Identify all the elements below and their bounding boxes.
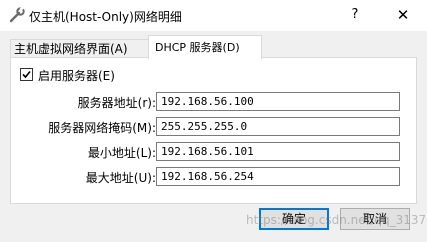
checkmark-icon: [22, 70, 31, 79]
enable-server-checkbox[interactable]: [20, 68, 33, 81]
dhcp-panel: 启用服务器(E) 服务器地址(r): 192.168.56.100 服务器网络掩…: [10, 57, 417, 204]
upper-address-label: 最大地址(U):: [85, 171, 156, 185]
window-title: 仅主机(Host-Only)网络明细: [29, 10, 182, 24]
lower-address-input[interactable]: 192.168.56.101: [156, 142, 400, 161]
tab-host-interface[interactable]: 主机虚拟网络界面(A): [10, 39, 149, 58]
server-address-label: 服务器地址(r):: [77, 96, 156, 110]
tab-dhcp-server-label: DHCP 服务器(D): [155, 41, 240, 54]
upper-address-input[interactable]: 192.168.56.254: [156, 167, 400, 186]
dialog-body: 主机虚拟网络界面(A) DHCP 服务器(D) 启用服务器(E) 服务器地址(r…: [0, 31, 427, 242]
wrench-icon: [8, 6, 26, 24]
help-button[interactable]: ?: [342, 5, 368, 25]
watermark: https://blog.csdn.net/qq_31379943: [246, 213, 427, 227]
server-mask-input[interactable]: 255.255.255.0: [156, 117, 400, 136]
lower-address-label: 最小地址(L):: [87, 146, 156, 160]
server-mask-label: 服务器网络掩码(M):: [48, 121, 156, 135]
tab-dhcp-server[interactable]: DHCP 服务器(D): [148, 35, 262, 59]
close-button[interactable]: ✕: [390, 5, 416, 25]
enable-server-label: 启用服务器(E): [38, 69, 115, 83]
server-address-input[interactable]: 192.168.56.100: [156, 92, 400, 111]
title-bar: 仅主机(Host-Only)网络明细 ? ✕: [0, 0, 427, 31]
